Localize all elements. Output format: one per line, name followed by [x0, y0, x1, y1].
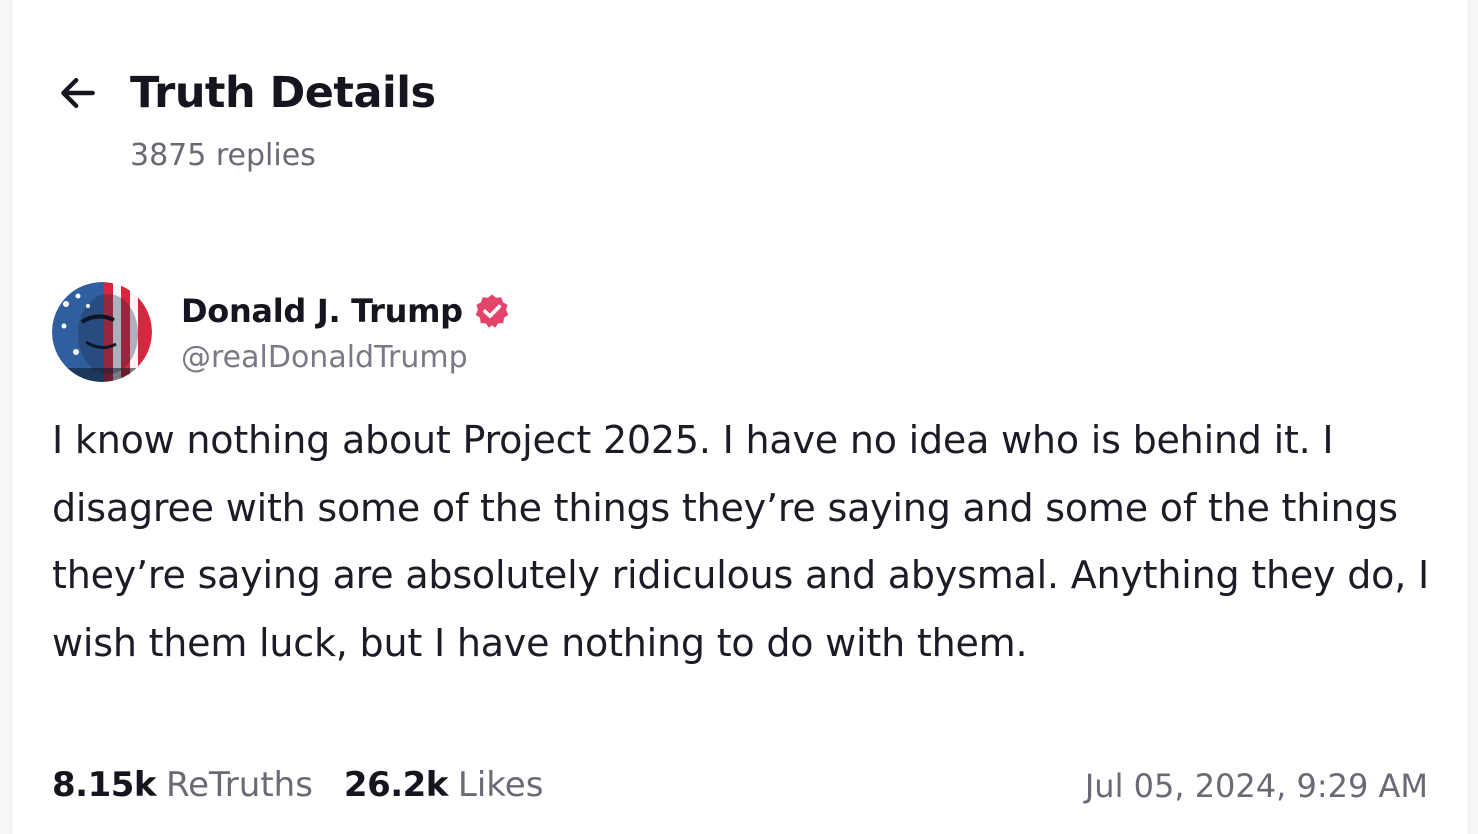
truth-details-panel: Truth Details 3875 replies Donald J. Tru… [11, 0, 1469, 834]
likes-stat[interactable]: 26.2k Likes [344, 765, 544, 805]
author-name-line: Donald J. Trump [181, 290, 511, 332]
author-info: Donald J. Trump @realDonaldTrump [181, 290, 511, 375]
back-button[interactable] [56, 68, 106, 118]
post-stats: 8.15k ReTruths 26.2k Likes [52, 765, 543, 805]
retruths-label: ReTruths [166, 765, 313, 805]
page-title: Truth Details [130, 68, 436, 118]
arrow-left-icon [61, 77, 95, 109]
post-author: Donald J. Trump @realDonaldTrump [52, 282, 511, 382]
retruths-stat[interactable]: 8.15k ReTruths [52, 765, 313, 805]
retruths-count: 8.15k [52, 765, 157, 805]
page-header: Truth Details [56, 68, 436, 118]
avatar[interactable] [52, 282, 152, 382]
author-handle[interactable]: @realDonaldTrump [181, 340, 511, 375]
author-display-name[interactable]: Donald J. Trump [181, 292, 463, 330]
replies-count: 3875 replies [130, 138, 316, 173]
likes-label: Likes [457, 765, 544, 805]
verified-badge-icon [473, 292, 511, 330]
post-text: I know nothing about Project 2025. I hav… [52, 418, 1429, 665]
likes-count: 26.2k [343, 765, 449, 805]
post-timestamp: Jul 05, 2024, 9:29 AM [1084, 767, 1428, 805]
